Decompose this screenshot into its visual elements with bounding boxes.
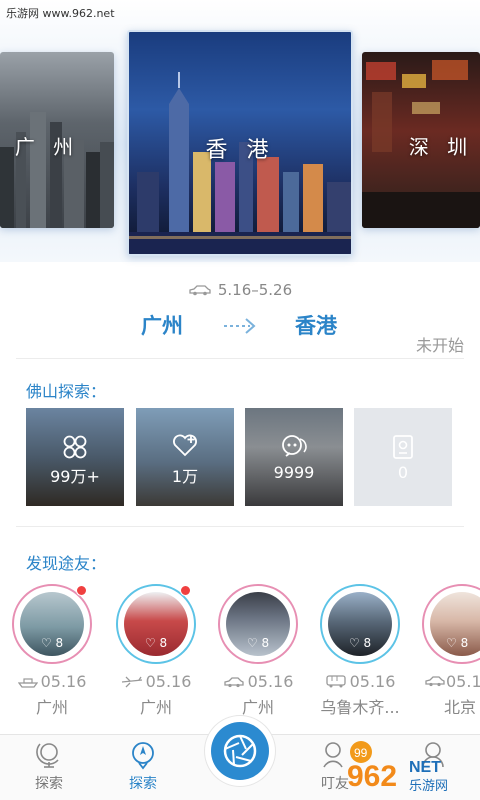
svg-text:99: 99 [354,746,368,760]
explore-tiles: 99万+ 1万 9999 0 [26,408,456,506]
heart-icon: ♡ [348,636,360,650]
friend-avatar-ring[interactable]: ♡ 8 [320,584,400,664]
trip-status: 未开始 [415,336,464,355]
tile-value: 99万+ [50,467,100,486]
flower-grid-icon [26,434,124,464]
badge-number: 962 [347,760,397,793]
car-icon [424,672,446,691]
explore-tile[interactable]: 9999 [245,408,343,506]
destination-card-shenzhen[interactable]: 深 圳 [362,52,480,228]
explore-tile[interactable]: 1万 [136,408,234,506]
heart-plus-icon [136,434,234,462]
destination-label: 广 州 [14,135,80,160]
location-icon [108,739,178,771]
tile-value: 1万 [171,467,199,486]
explore-section-title: 佛山探索： [26,382,107,401]
divider [16,526,464,527]
new-dot-badge [180,585,191,596]
friend-city: 广州 [35,698,68,717]
camera-shutter-icon [211,722,269,780]
explore-tile[interactable]: 0 [354,408,452,506]
nav-item-explore-location[interactable]: 探索 [108,739,178,793]
explore-tile[interactable]: 99万+ [26,408,124,506]
heart-icon: ♡ [246,636,258,650]
likes-count: ♡ 8 [144,636,168,650]
friend-date: 05.16 [4,672,100,692]
likes-count: ♡ 8 [246,636,270,650]
friends-list: ♡ 8 05.16 广州 ♡ 8 05.16 广州 ♡ 8 05.16 广州 ♡… [0,584,480,717]
tile-value: 0 [397,463,409,482]
heart-icon: ♡ [144,636,156,650]
chat-people-icon [245,434,343,464]
friend-avatar-ring[interactable]: ♡ 8 [116,584,196,664]
friend-avatar-ring[interactable]: ♡ 8 [218,584,298,664]
friend-city: 广州 [139,698,172,717]
friend-city: 广州 [241,698,274,717]
ship-icon [17,673,38,692]
destination-carousel[interactable]: 广 州 香 港 深 圳 [0,0,480,262]
trip-date-row: 5.16–5.26 [0,281,480,300]
destination-card-hongkong[interactable]: 香 港 [127,30,353,256]
camera-button[interactable] [205,716,275,786]
trip-route[interactable]: 广州 香港 [0,310,480,344]
friend-date: 05.16 [312,672,408,692]
nav-label: 探索 [129,776,157,792]
destination-label: 深 圳 [408,135,474,160]
plane-icon [121,673,143,692]
friend-city: 乌鲁木齐... [320,698,400,717]
friend-date: 05.16 [424,672,480,691]
friend-card-clip: ♡ 8 05.16 北京 [422,584,480,714]
likes-count: ♡ 8 [40,636,64,650]
heart-icon: ♡ [446,636,457,650]
new-dot-badge [76,585,87,596]
friend-city: 北京 [444,698,477,714]
watermark: 乐游网 www.962.net [6,7,115,20]
heart-icon: ♡ [40,636,52,650]
site-watermark-badge: 99 962 NET 乐游网 [345,738,475,794]
nav-item-explore-globe[interactable]: 探索 [14,739,84,793]
friend-avatar-ring[interactable]: ♡ 8 [422,584,480,664]
destination-card-guangzhou[interactable]: 广 州 [0,52,114,228]
route-arrow-icon [222,316,260,340]
friend-avatar-ring[interactable]: ♡ 8 [12,584,92,664]
friend-date: 05.16 [108,672,204,692]
divider [16,358,464,359]
nav-label: 探索 [35,776,63,792]
badge-brand: NET [409,759,441,776]
likes-count: ♡ 8 [446,636,469,650]
likes-count: ♡ 8 [348,636,372,650]
friends-section-title: 发现途友： [26,554,107,573]
departure-city: 广州 [141,314,183,338]
destination-label: 香 港 [205,137,275,163]
car-icon [223,673,245,692]
car-icon [188,282,212,300]
note-book-icon [354,434,452,464]
destination-city: 香港 [295,314,337,338]
tile-value: 9999 [273,463,315,482]
bus-icon [325,673,347,692]
friend-date: 05.16 [210,672,306,692]
badge-sub: 乐游网 [409,779,448,794]
trip-date-range: 5.16–5.26 [217,281,293,299]
globe-icon [14,739,84,771]
